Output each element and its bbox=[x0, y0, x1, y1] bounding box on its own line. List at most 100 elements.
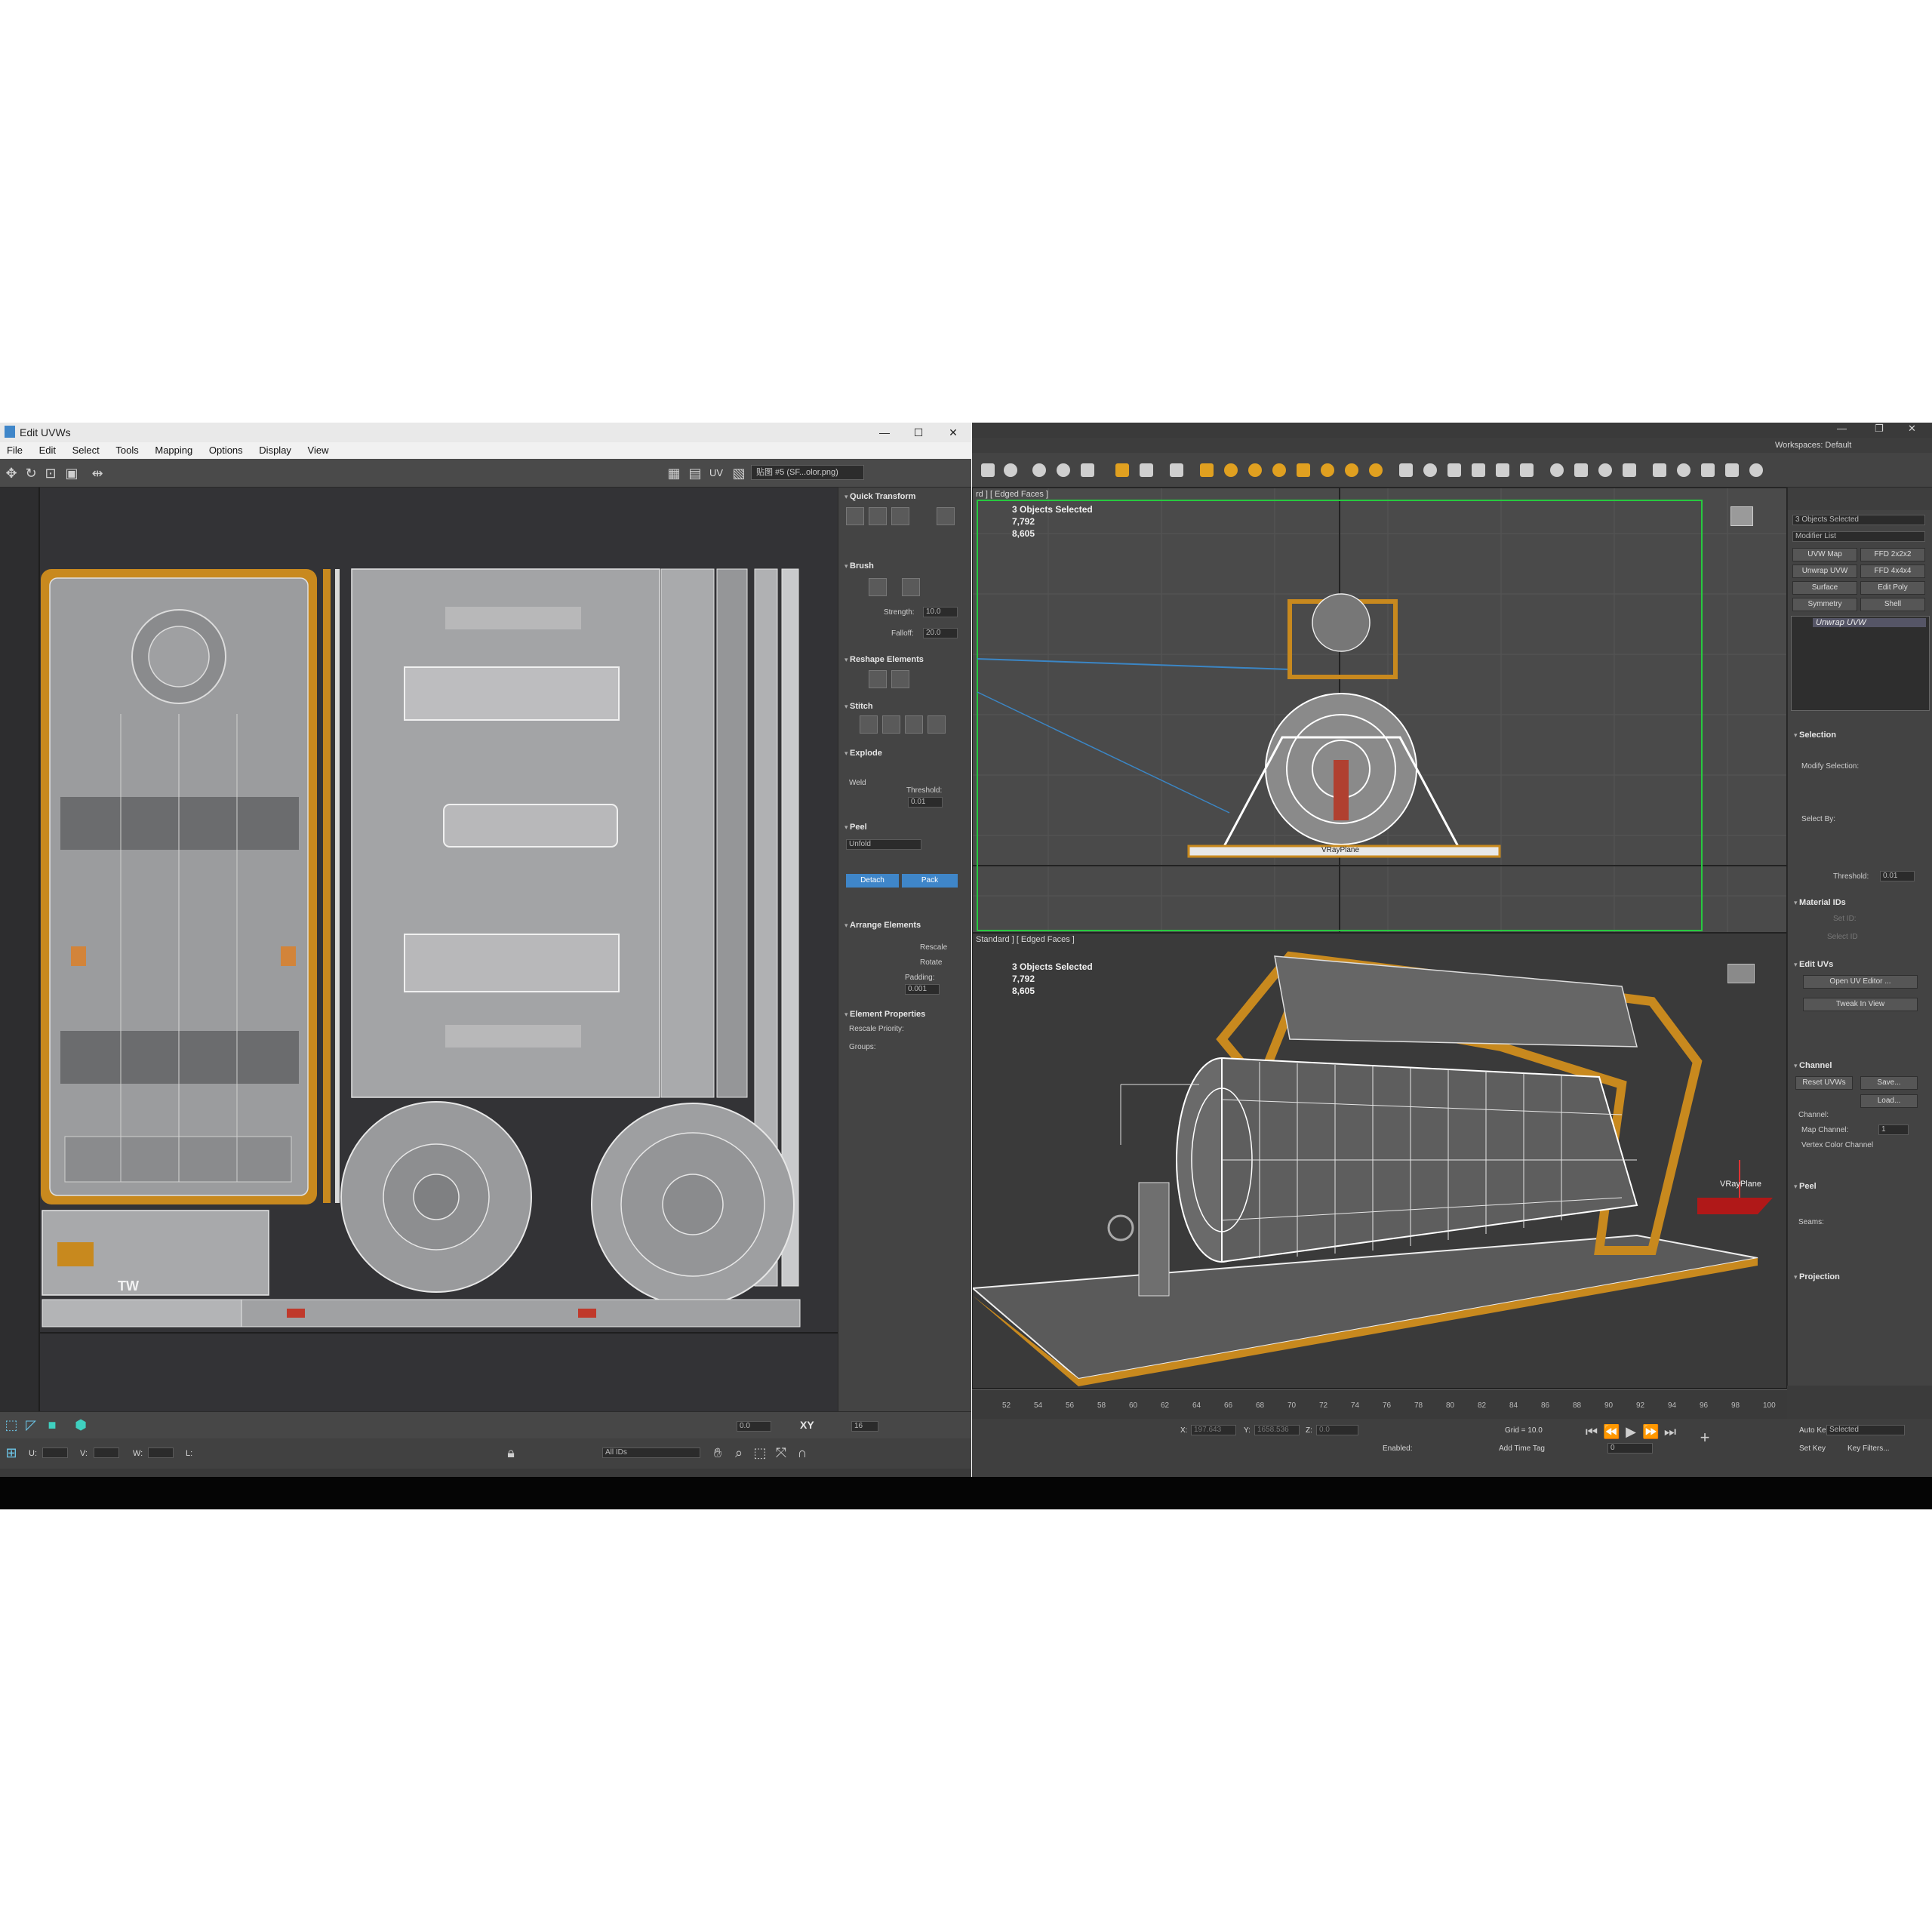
timeline-ruler[interactable]: 52 54 56 58 60 62 64 66 68 70 72 74 76 78 80 82 84 86 88 90… bbox=[972, 1389, 1787, 1419]
strength-spinner[interactable]: 10.0 bbox=[923, 607, 958, 617]
current-frame-field[interactable]: 0 bbox=[1607, 1443, 1653, 1454]
max-close-button[interactable]: ✕ bbox=[1908, 423, 1916, 435]
front-viewport-label[interactable]: rd ] [ Edged Faces ] bbox=[976, 490, 1048, 499]
zoom-icon[interactable]: ⌕ bbox=[731, 1444, 747, 1461]
unfold-dropdown[interactable]: Unfold bbox=[846, 839, 921, 850]
vertex-color-radio[interactable]: Vertex Color Channel bbox=[1801, 1141, 1873, 1149]
play-icon[interactable]: ▶ bbox=[1623, 1423, 1639, 1440]
menu-file[interactable]: File bbox=[0, 442, 29, 456]
rollout-quick-transform[interactable]: Quick Transform bbox=[844, 492, 915, 501]
rollout-reshape[interactable]: Reshape Elements bbox=[844, 655, 924, 664]
rotate-icon[interactable]: ↻ bbox=[23, 465, 39, 481]
modifier-stack[interactable]: Unwrap UVW bbox=[1791, 616, 1930, 711]
tweak-in-view-button[interactable]: Tweak In View bbox=[1803, 998, 1918, 1011]
time-tag-enabled[interactable]: Enabled: bbox=[1383, 1444, 1412, 1453]
rollout-element-properties[interactable]: Element Properties bbox=[844, 1010, 925, 1019]
go-to-start-icon[interactable]: ⏮ bbox=[1583, 1423, 1600, 1440]
menu-options[interactable]: Options bbox=[202, 442, 250, 456]
add-time-tag[interactable]: Add Time Tag bbox=[1499, 1444, 1545, 1453]
viewcube-icon[interactable] bbox=[1730, 506, 1753, 526]
select-threshold-spinner[interactable]: 0.01 bbox=[1880, 871, 1915, 881]
save-button[interactable]: Save... bbox=[1860, 1076, 1918, 1090]
auto-key-button[interactable]: Auto Key bbox=[1799, 1426, 1830, 1435]
align-icon[interactable] bbox=[869, 507, 887, 525]
v-field[interactable] bbox=[94, 1447, 119, 1458]
menu-edit[interactable]: Edit bbox=[32, 442, 63, 456]
map-channel-radio[interactable]: Map Channel: bbox=[1801, 1126, 1848, 1134]
rotate-90-icon[interactable] bbox=[891, 507, 909, 525]
channel-rollout[interactable]: Channel bbox=[1794, 1061, 1832, 1070]
u-field[interactable] bbox=[42, 1447, 68, 1458]
lock-icon[interactable]: 🔒︎ bbox=[503, 1444, 519, 1461]
zoom-region-icon[interactable]: ⬚ bbox=[752, 1444, 768, 1461]
element-select-icon[interactable]: ⬢ bbox=[72, 1417, 89, 1433]
checker-icon[interactable]: ▦ bbox=[666, 465, 682, 481]
xy-toggle[interactable]: XY bbox=[800, 1419, 814, 1431]
front-viewport[interactable]: rd ] [ Edged Faces ] 3 Objects Selected … bbox=[972, 488, 1787, 933]
selection-rollout[interactable]: Selection bbox=[1794, 731, 1836, 740]
edit-uvs-rollout[interactable]: Edit UVs bbox=[1794, 960, 1833, 969]
select-id-button[interactable]: Select ID bbox=[1827, 933, 1858, 941]
paint-brush-icon[interactable] bbox=[869, 578, 887, 596]
uvw-map-button[interactable]: UVW Map bbox=[1792, 548, 1857, 561]
next-frame-icon[interactable]: ⏩ bbox=[1642, 1423, 1659, 1440]
reset-uvws-button[interactable]: Reset UVWs bbox=[1795, 1076, 1853, 1090]
ids-dropdown[interactable]: All IDs bbox=[602, 1447, 700, 1458]
shell-button[interactable]: Shell bbox=[1860, 598, 1925, 611]
straighten-icon[interactable] bbox=[869, 670, 887, 688]
relax-brush-icon[interactable] bbox=[902, 578, 920, 596]
symmetry-button[interactable]: Symmetry bbox=[1792, 598, 1857, 611]
rollout-stitch[interactable]: Stitch bbox=[844, 702, 873, 711]
grid-spinner[interactable]: 16 bbox=[851, 1421, 878, 1432]
vertex-select-icon[interactable]: ⬚ bbox=[3, 1417, 20, 1433]
viewcube-icon[interactable] bbox=[1727, 964, 1755, 983]
ffd2-button[interactable]: FFD 2x2x2 bbox=[1860, 548, 1925, 561]
stitch-target-icon[interactable] bbox=[882, 715, 900, 734]
value-spinner[interactable]: 0.0 bbox=[737, 1421, 771, 1432]
menu-tools[interactable]: Tools bbox=[109, 442, 145, 456]
unwrap-uvw-button[interactable]: Unwrap UVW bbox=[1792, 565, 1857, 578]
peel-rollout[interactable]: Peel bbox=[1794, 1182, 1817, 1191]
detach-button[interactable]: Detach bbox=[846, 874, 899, 888]
quick-transform-icon[interactable] bbox=[846, 507, 864, 525]
map-channel-spinner[interactable]: 1 bbox=[1878, 1124, 1909, 1135]
uv-canvas[interactable]: TW bbox=[0, 488, 838, 1411]
rescale-checkbox[interactable]: Rescale bbox=[920, 943, 947, 952]
minimize-button[interactable]: — bbox=[872, 424, 897, 441]
edit-poly-button[interactable]: Edit Poly bbox=[1860, 581, 1925, 595]
set-key-icon[interactable]: + bbox=[1697, 1429, 1713, 1446]
go-to-end-icon[interactable]: ⏭ bbox=[1662, 1423, 1678, 1440]
rollout-peel[interactable]: Peel bbox=[844, 823, 867, 832]
perspective-viewport-label[interactable]: Standard ] [ Edged Faces ] bbox=[976, 935, 1075, 944]
material-ids-rollout[interactable]: Material IDs bbox=[1794, 898, 1846, 907]
max-restore-button[interactable]: ❐ bbox=[1875, 423, 1884, 435]
stitch-source-icon[interactable] bbox=[928, 715, 946, 734]
stack-item-unwrap[interactable]: Unwrap UVW bbox=[1813, 618, 1926, 627]
threshold-spinner[interactable]: 0.01 bbox=[908, 797, 943, 808]
texture-icon[interactable]: ▧ bbox=[731, 465, 747, 481]
move-icon[interactable]: ✥ bbox=[3, 465, 20, 481]
z-coordinate-field[interactable]: 0.0 bbox=[1316, 1425, 1358, 1435]
w-field[interactable] bbox=[148, 1447, 174, 1458]
ffd4-button[interactable]: FFD 4x4x4 bbox=[1860, 565, 1925, 578]
previous-frame-icon[interactable]: ⏪ bbox=[1603, 1423, 1620, 1440]
scale-icon[interactable]: ⊡ bbox=[42, 465, 59, 481]
stitch-average-icon[interactable] bbox=[905, 715, 923, 734]
uv-label[interactable]: UV bbox=[709, 467, 723, 478]
y-coordinate-field[interactable]: 1658.536 bbox=[1254, 1425, 1300, 1435]
padding-spinner[interactable]: 0.001 bbox=[905, 984, 940, 995]
open-uv-editor-button[interactable]: Open UV Editor ... bbox=[1803, 975, 1918, 989]
snap-icon[interactable]: ∩ bbox=[794, 1444, 811, 1461]
freeform-icon[interactable]: ▣ bbox=[63, 465, 80, 481]
pan-icon[interactable]: ✋︎ bbox=[709, 1444, 726, 1461]
edge-select-icon[interactable]: ◸ bbox=[23, 1417, 39, 1433]
projection-rollout[interactable]: Projection bbox=[1794, 1272, 1840, 1281]
falloff-spinner[interactable]: 20.0 bbox=[923, 628, 958, 638]
space-icon[interactable] bbox=[937, 507, 955, 525]
x-coordinate-field[interactable]: 197.643 bbox=[1191, 1425, 1236, 1435]
grid-toggle-icon[interactable]: ▤ bbox=[687, 465, 703, 481]
modifier-list-dropdown[interactable]: Modifier List bbox=[1792, 531, 1925, 542]
rollout-explode[interactable]: Explode bbox=[844, 749, 882, 758]
command-panel-tabs[interactable] bbox=[1788, 488, 1932, 510]
stitch-custom-icon[interactable] bbox=[860, 715, 878, 734]
